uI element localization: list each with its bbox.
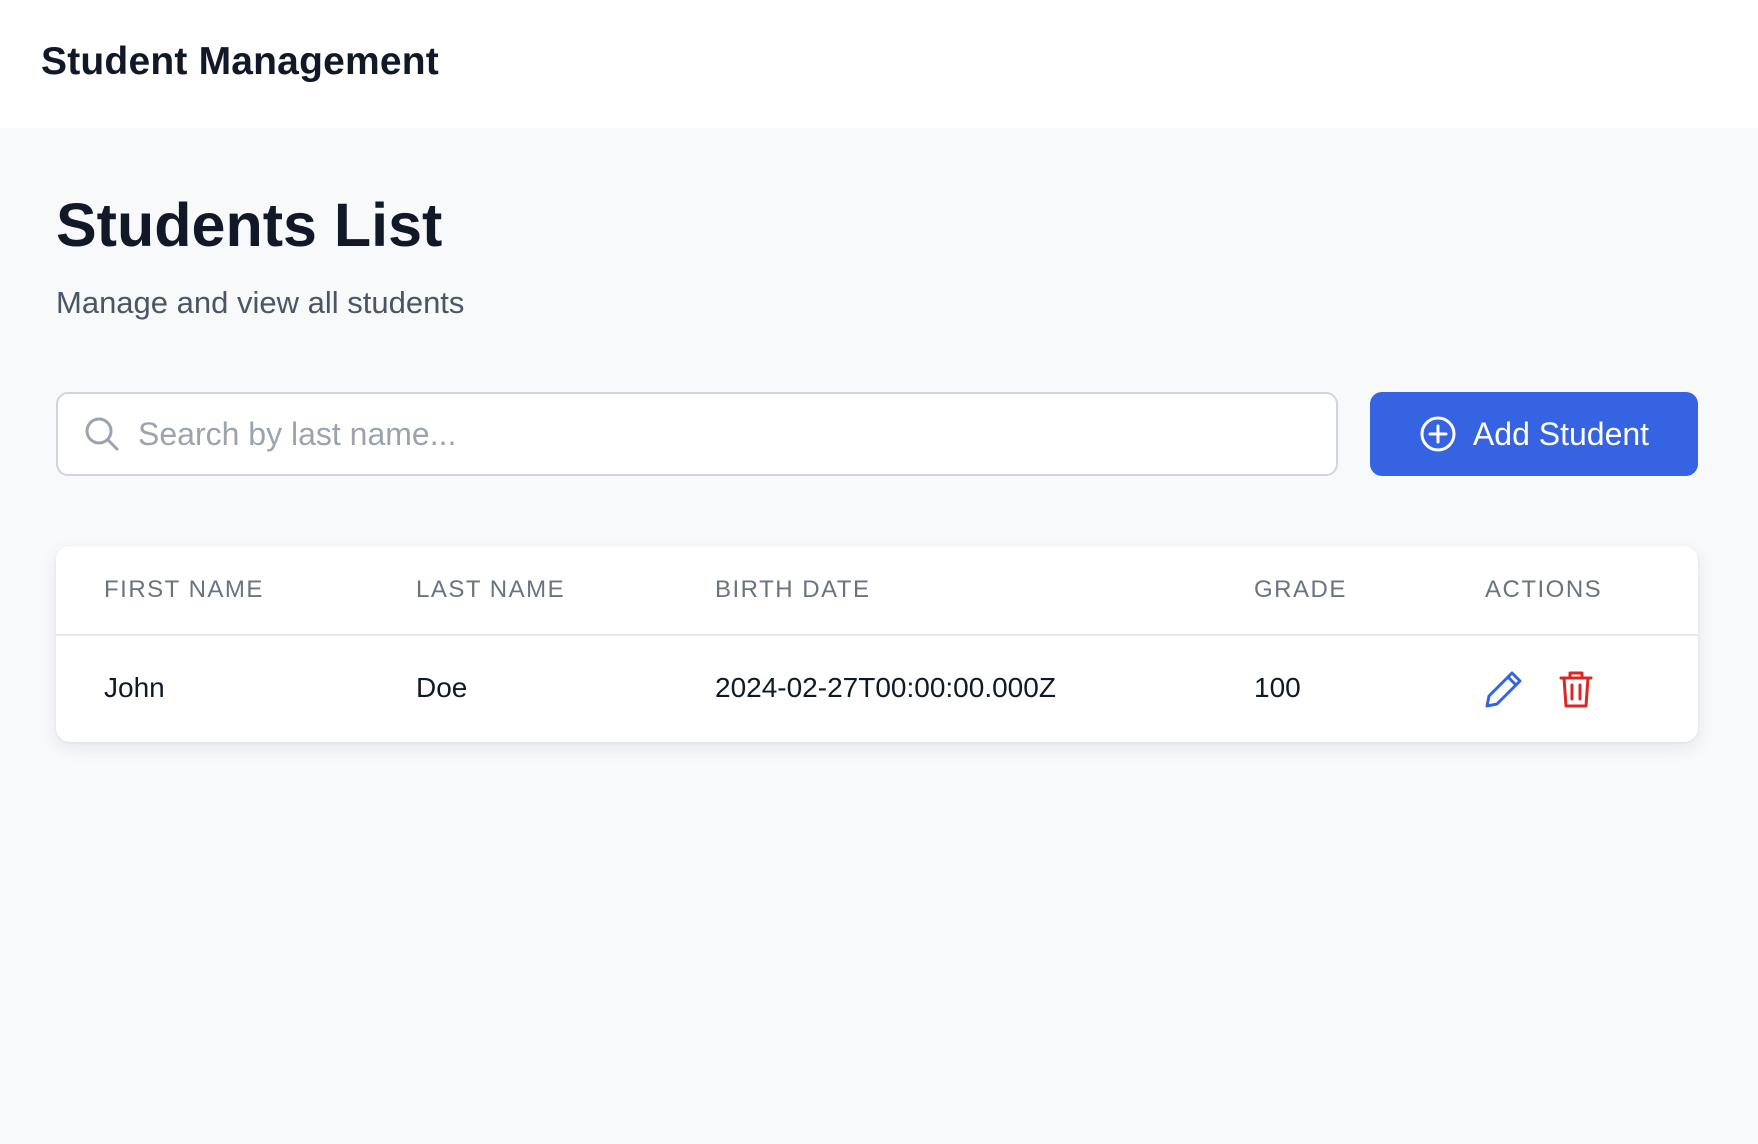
search-icon [82, 414, 122, 454]
column-header-actions: ACTIONS [1485, 576, 1603, 603]
column-header-birth-date[interactable]: BIRTH DATE [715, 576, 870, 604]
cell-birth-date: 2024-02-27T00:00:00.000Z [715, 672, 1056, 703]
app-title: Student Management [41, 40, 439, 83]
table-row[interactable]: John Doe 2024-02-27T00:00:00.000Z 100 [56, 638, 1698, 742]
add-student-button[interactable]: Add Student [1370, 392, 1698, 476]
pencil-icon [1481, 671, 1527, 715]
top-bar: Student Management [0, 0, 1758, 128]
search-input[interactable] [138, 396, 1318, 472]
add-student-label: Add Student [1472, 415, 1650, 452]
table-header: FIRST NAME LAST NAME BIRTH DATE GRADE AC… [56, 546, 1698, 636]
cell-last-name: Doe [416, 672, 468, 703]
search-box[interactable] [56, 392, 1338, 476]
edit-button[interactable] [1481, 666, 1527, 712]
page-subtitle: Manage and view all students [56, 285, 465, 320]
plus-circle-icon [1419, 415, 1457, 453]
students-table: FIRST NAME LAST NAME BIRTH DATE GRADE AC… [56, 546, 1698, 742]
column-header-grade[interactable]: GRADE [1254, 576, 1347, 604]
trash-icon [1553, 671, 1599, 715]
delete-button[interactable] [1553, 666, 1599, 712]
column-header-last-name[interactable]: LAST NAME [416, 576, 565, 604]
column-header-first-name[interactable]: FIRST NAME [104, 576, 264, 604]
cell-grade: 100 [1254, 672, 1301, 703]
cell-first-name: John [104, 672, 165, 703]
page-title: Students List [56, 191, 443, 259]
